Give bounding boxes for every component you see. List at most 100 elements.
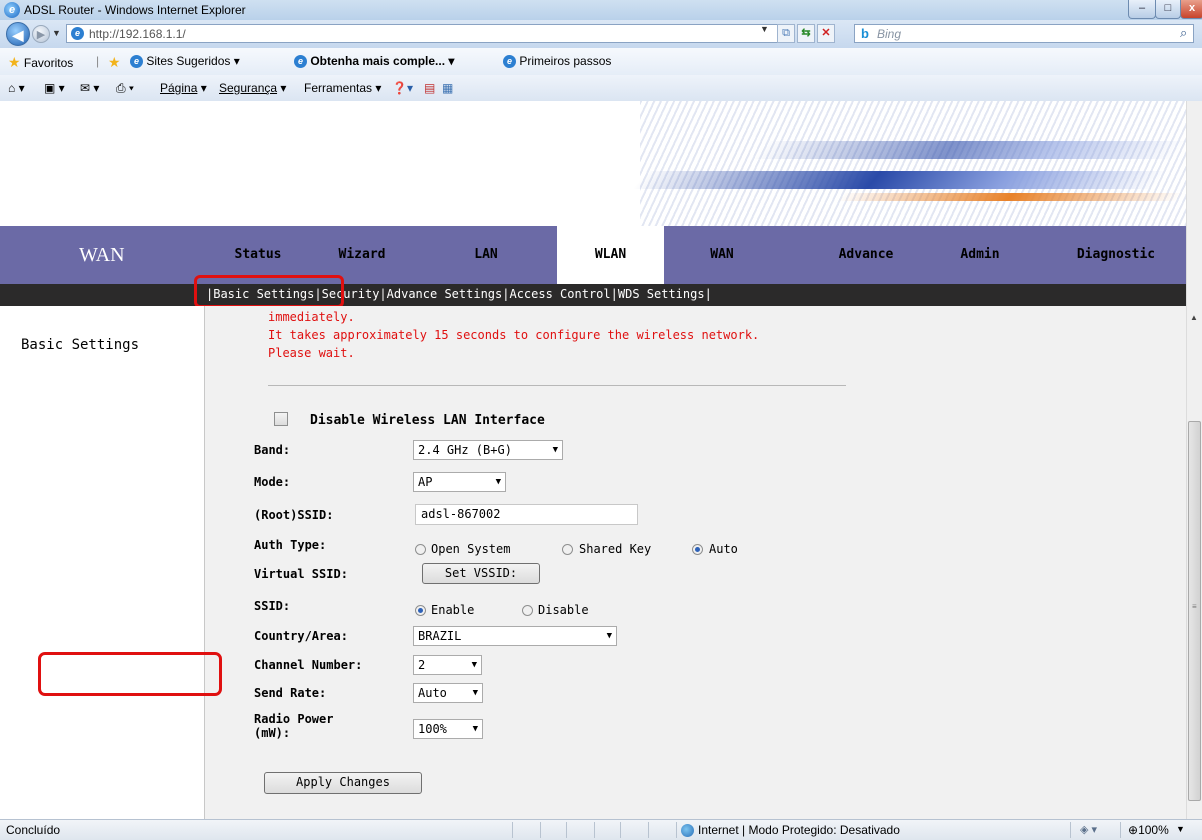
tab-lan[interactable]: LAN [456, 226, 516, 284]
send-rate-value: Auto [418, 686, 447, 700]
ssid-enable-radio[interactable] [415, 605, 426, 616]
favorites-label: Favoritos [23, 56, 74, 70]
auth-shared-key-label: Shared Key [579, 542, 652, 556]
search-box[interactable]: b Bing [854, 24, 1194, 43]
page-menu-label: Página [160, 81, 198, 95]
auth-shared-key-radio[interactable] [562, 544, 573, 555]
tab-wan[interactable]: WAN [692, 226, 752, 284]
minimize-button[interactable]: – [1128, 0, 1156, 19]
subnav-separator: | [704, 287, 712, 301]
channel-select[interactable]: 2 ▼ [413, 655, 482, 675]
zoom-level[interactable]: ⊕100% [1128, 823, 1169, 837]
tools-menu[interactable]: Ferramentas ▾ [304, 81, 381, 95]
radio-power-value: 100% [418, 722, 447, 736]
address-dropdown-icon[interactable]: ▼ [760, 24, 769, 34]
close-button[interactable]: x [1180, 0, 1202, 19]
tab-admin[interactable]: Admin [940, 226, 1020, 284]
fav-sites-suggested[interactable]: e Sites Sugeridos ▾ [130, 54, 240, 69]
sidebar: Basic Settings [0, 306, 205, 819]
subnav-advance-settings[interactable]: Advance Settings [387, 287, 503, 301]
security-menu[interactable]: Segurança ▾ [219, 81, 286, 95]
mail-icon[interactable]: ✉ ▾ [80, 81, 99, 95]
mode-select[interactable]: AP ▼ [413, 472, 506, 492]
fav-first-steps-label: Primeiros passos [519, 54, 612, 68]
send-rate-select[interactable]: Auto ▼ [413, 683, 483, 703]
search-input[interactable]: Bing [877, 27, 901, 41]
favorites-button[interactable]: ★ Favoritos [8, 54, 73, 71]
refresh-icon[interactable]: ⇆ [797, 24, 815, 43]
auth-open-system-radio[interactable] [415, 544, 426, 555]
message-line-2: It takes approximately 15 seconds to con… [268, 328, 760, 342]
channel-label: Channel Number: [254, 658, 363, 672]
address-input[interactable]: http://192.168.1.1/ [89, 27, 186, 41]
ssid-label: (Root)SSID: [254, 508, 334, 522]
recent-pages-dropdown-icon[interactable]: ▼ [52, 28, 61, 38]
radio-power-select[interactable]: 100% ▼ [413, 719, 483, 739]
country-label: Country/Area: [254, 629, 348, 643]
maximize-button[interactable]: □ [1155, 0, 1181, 19]
vertical-scrollbar[interactable]: ▲ ≡ [1186, 101, 1202, 819]
messenger-icon[interactable]: ▦ [442, 81, 453, 95]
search-icon[interactable]: ⌕ [1180, 25, 1187, 41]
router-logo: WAN [79, 244, 125, 266]
set-vssid-button[interactable]: Set VSSID: [422, 563, 540, 584]
ie-page-icon: e [503, 55, 516, 69]
chevron-down-icon: ▼ [552, 445, 558, 455]
ie-page-icon: e [130, 55, 143, 69]
favorites-star-icon: ★ [8, 54, 21, 70]
page-menu[interactable]: Página ▾ [160, 81, 207, 95]
window-title-bar: e ADSL Router - Windows Internet Explore… [0, 0, 1202, 20]
disable-wlan-label: Disable Wireless LAN Interface [310, 413, 545, 428]
radio-power-label: Radio Power [254, 712, 334, 726]
popup-blocker-icon[interactable]: ◈ ▾ [1080, 823, 1097, 836]
ssid-broadcast-label: SSID: [254, 599, 291, 613]
apply-changes-button[interactable]: Apply Changes [264, 772, 422, 794]
research-icon[interactable]: ▤ [424, 81, 435, 95]
fav-get-more[interactable]: e Obtenha mais comple... ▾ [294, 54, 455, 69]
subnav-separator: | [379, 287, 387, 301]
auth-open-system-label: Open System [431, 542, 511, 556]
tab-wlan[interactable]: WLAN [557, 226, 664, 284]
auth-auto-radio[interactable] [692, 544, 703, 555]
tab-diagnostic[interactable]: Diagnostic [1056, 226, 1176, 284]
send-rate-label: Send Rate: [254, 686, 327, 700]
address-bar[interactable]: e http://192.168.1.1/ [66, 24, 785, 43]
ie-logo-icon: e [4, 2, 20, 18]
ssid-disable-radio[interactable] [522, 605, 533, 616]
disable-wlan-checkbox[interactable] [274, 412, 288, 426]
print-icon[interactable]: ⎙ ▾ [116, 81, 134, 96]
favorites-separator: | [96, 54, 100, 68]
fav-sites-suggested-label: Sites Sugeridos ▾ [146, 54, 240, 68]
navigation-toolbar: ◀ ▶ ▼ e http://192.168.1.1/ ▼ ⧉ ⇆ ✕ b Bi… [0, 20, 1202, 48]
country-value: BRAZIL [418, 629, 462, 643]
basic-settings-highlight [194, 275, 344, 308]
command-bar: ⌂ ▾ ▣ ▾ ✉ ▾ ⎙ ▾ Página ▾ Segurança ▾ Fer… [0, 75, 1202, 102]
security-zone[interactable]: Internet | Modo Protegido: Desativado [681, 823, 900, 838]
page-viewport: WAN Status Wizard LAN WLAN WAN Advance A… [0, 101, 1186, 819]
zoom-dropdown-icon[interactable]: ▼ [1176, 824, 1185, 834]
auth-type-label: Auth Type: [254, 538, 327, 552]
fav-get-more-label: Obtenha mais comple... ▾ [310, 54, 455, 68]
ssid-input[interactable]: adsl-867002 [415, 504, 638, 525]
fav-first-steps[interactable]: e Primeiros passos [503, 54, 612, 69]
scroll-up-icon[interactable]: ▲ [1190, 313, 1198, 322]
feeds-icon[interactable]: ▣ ▾ [44, 81, 65, 95]
forward-button[interactable]: ▶ [32, 25, 50, 43]
subnav-separator: | [610, 287, 618, 301]
band-select[interactable]: 2.4 GHz (B+G) ▼ [413, 440, 563, 460]
compatibility-view-icon[interactable]: ⧉ [777, 24, 795, 43]
tab-advance[interactable]: Advance [818, 226, 914, 284]
add-favorite-icon[interactable]: ★ [108, 54, 121, 71]
settings-panel: immediately. It takes approximately 15 s… [205, 306, 1186, 819]
help-icon[interactable]: ❓▾ [392, 81, 413, 95]
subnav-access-control[interactable]: Access Control [509, 287, 610, 301]
ssid-disable-label: Disable [538, 603, 589, 617]
home-icon[interactable]: ⌂ ▾ [8, 81, 25, 95]
country-select[interactable]: BRAZIL ▼ [413, 626, 617, 646]
subnav-wds-settings[interactable]: WDS Settings [618, 287, 705, 301]
band-label: Band: [254, 443, 291, 457]
band-value: 2.4 GHz (B+G) [418, 443, 512, 457]
stop-icon[interactable]: ✕ [817, 24, 835, 43]
back-button[interactable]: ◀ [6, 22, 30, 46]
scroll-thumb[interactable]: ≡ [1188, 421, 1201, 801]
